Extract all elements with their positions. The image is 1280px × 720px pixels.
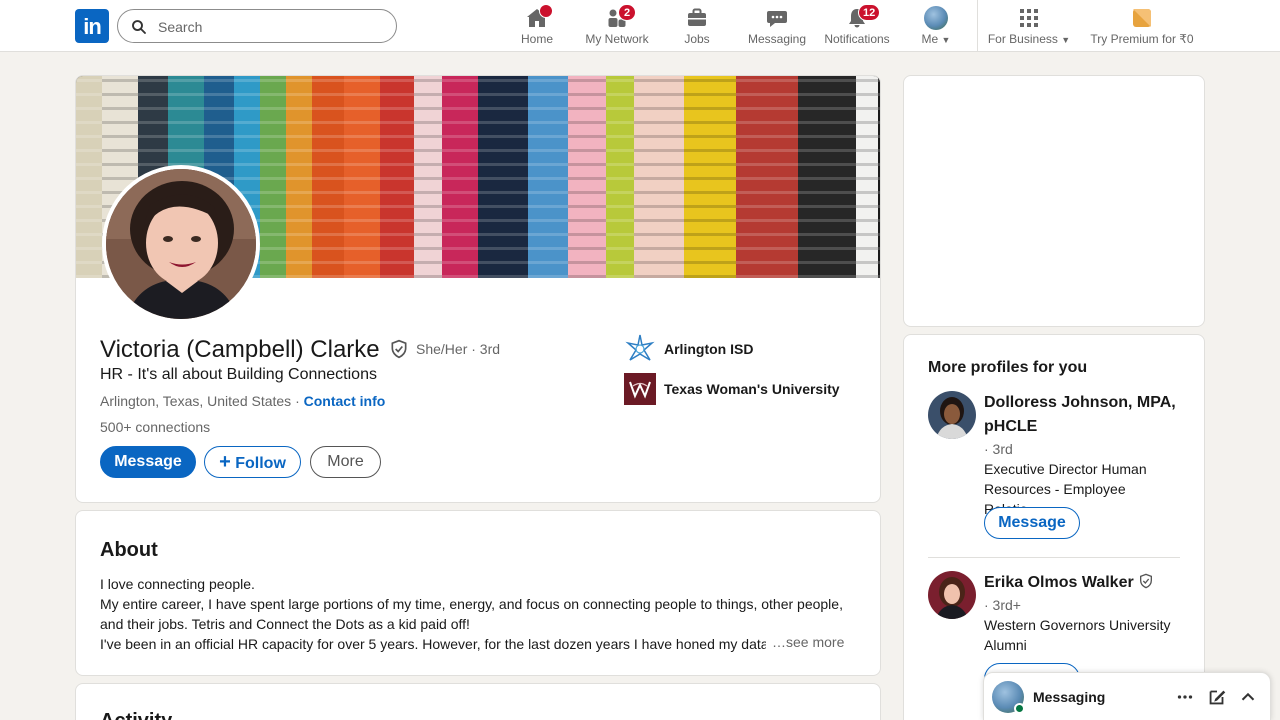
contact-info-link[interactable]: Contact info xyxy=(304,393,386,409)
about-card: About I love connecting people. My entir… xyxy=(75,510,881,676)
nav-label: Jobs xyxy=(684,32,710,46)
follow-label: Follow xyxy=(235,455,286,472)
more-button[interactable]: More xyxy=(310,446,381,478)
nav-label: My Network xyxy=(585,32,649,46)
ad-placeholder xyxy=(903,75,1205,327)
search-box[interactable] xyxy=(117,9,397,43)
profile-name: Victoria (Campbell) Clarke xyxy=(100,336,380,363)
org-arlington-isd[interactable]: Arlington ISD xyxy=(624,333,864,365)
chevron-down-icon: ▼ xyxy=(941,35,951,45)
org-name: Texas Woman's University xyxy=(664,381,840,397)
see-more-link[interactable]: …see more xyxy=(766,634,845,650)
nav-divider xyxy=(977,0,978,52)
search-input[interactable] xyxy=(158,16,388,38)
more-options-icon[interactable] xyxy=(1174,686,1196,708)
verified-shield-icon xyxy=(1140,573,1153,589)
suggestion-description: Western Governors University Alumni xyxy=(984,617,1171,653)
nav-for-business[interactable]: For Business ▼ xyxy=(985,0,1073,52)
divider xyxy=(928,557,1180,558)
jobs-icon xyxy=(688,8,706,26)
message-button[interactable]: Message xyxy=(100,446,196,478)
twu-logo xyxy=(624,373,656,405)
pronouns-degree: She/Her · 3rd xyxy=(416,341,501,357)
org-texas-womans-university[interactable]: Texas Woman's University xyxy=(624,373,864,405)
nav-label: Messaging xyxy=(747,32,807,46)
grid-icon xyxy=(1020,9,1038,27)
chevron-down-icon: ▼ xyxy=(1061,35,1071,45)
notifications-badge: 12 xyxy=(858,4,881,21)
verified-shield-icon[interactable] xyxy=(389,339,409,359)
activity-card: Activity xyxy=(75,683,881,720)
nav-notifications[interactable]: 12 Notifications xyxy=(820,0,894,52)
about-line: I love connecting people. xyxy=(100,576,255,592)
profile-card: Victoria (Campbell) Clarke She/Her · 3rd… xyxy=(75,75,881,503)
messaging-overlay[interactable]: Messaging xyxy=(983,672,1271,720)
suggestion-name[interactable]: Dolloress Johnson, MPA, pHCLE xyxy=(984,391,1184,439)
arlington-isd-logo xyxy=(624,333,656,365)
nav-label: Me xyxy=(921,32,939,46)
plus-icon: + xyxy=(219,451,231,473)
nav-try-premium[interactable]: Try Premium for ₹0 xyxy=(1084,0,1200,52)
message-button[interactable]: Message xyxy=(984,507,1080,539)
suggestion-name-text: Erika Olmos Walker xyxy=(984,574,1134,591)
more-profiles-title: More profiles for you xyxy=(928,359,1088,376)
compose-icon[interactable] xyxy=(1206,686,1228,708)
profile-location: Arlington, Texas, United States · Contac… xyxy=(100,393,385,409)
chevron-up-icon[interactable] xyxy=(1237,686,1259,708)
suggestion-degree: · 3rd+ xyxy=(984,597,1021,613)
online-status-dot xyxy=(1014,703,1025,714)
about-title: About xyxy=(100,539,158,561)
network-badge: 2 xyxy=(618,4,636,21)
org-name: Arlington ISD xyxy=(664,341,754,357)
avatar[interactable] xyxy=(928,571,976,619)
about-line: and their jobs. Tetris and Connect the D… xyxy=(100,616,470,632)
follow-button[interactable]: + Follow xyxy=(204,446,301,478)
about-text: I love connecting people. My entire care… xyxy=(100,574,860,654)
premium-icon xyxy=(1133,9,1151,27)
nav-messaging[interactable]: Messaging xyxy=(742,0,812,52)
nav-my-network[interactable]: 2 My Network xyxy=(582,0,652,52)
home-notification-dot xyxy=(539,4,553,18)
linkedin-logo[interactable]: in xyxy=(75,9,109,43)
profile-headline: HR - It's all about Building Connections xyxy=(100,366,377,383)
nav-label: Home xyxy=(520,32,553,46)
connections-count[interactable]: 500+ connections xyxy=(100,419,210,435)
more-profiles-card: More profiles for you Dolloress Johnson,… xyxy=(903,334,1205,720)
top-nav: in Home 2 My Network Jobs Messaging 12 N… xyxy=(0,0,1280,52)
about-line: I've been in an official HR capacity for… xyxy=(100,636,789,652)
profile-photo[interactable] xyxy=(102,165,260,323)
search-icon xyxy=(132,20,146,34)
messaging-label: Messaging xyxy=(1033,689,1106,705)
about-line: My entire career, I have spent large por… xyxy=(100,596,843,612)
suggestion-degree: · 3rd xyxy=(984,441,1013,457)
avatar xyxy=(924,6,948,30)
profile-suggestion[interactable]: Dolloress Johnson, MPA, pHCLE · 3rd Exec… xyxy=(928,391,1183,541)
nav-home[interactable]: Home xyxy=(507,0,567,52)
messaging-icon xyxy=(767,11,787,27)
nav-label: Try Premium for ₹0 xyxy=(1090,32,1194,46)
nav-label: For Business xyxy=(987,32,1058,46)
suggestion-name[interactable]: Erika Olmos Walker xyxy=(984,571,1184,595)
location-text: Arlington, Texas, United States · xyxy=(100,393,304,409)
nav-label: Notifications xyxy=(824,32,890,46)
nav-jobs[interactable]: Jobs xyxy=(667,0,727,52)
activity-title: Activity xyxy=(100,710,172,720)
avatar[interactable] xyxy=(928,391,976,439)
nav-me[interactable]: Me ▼ xyxy=(910,0,962,52)
